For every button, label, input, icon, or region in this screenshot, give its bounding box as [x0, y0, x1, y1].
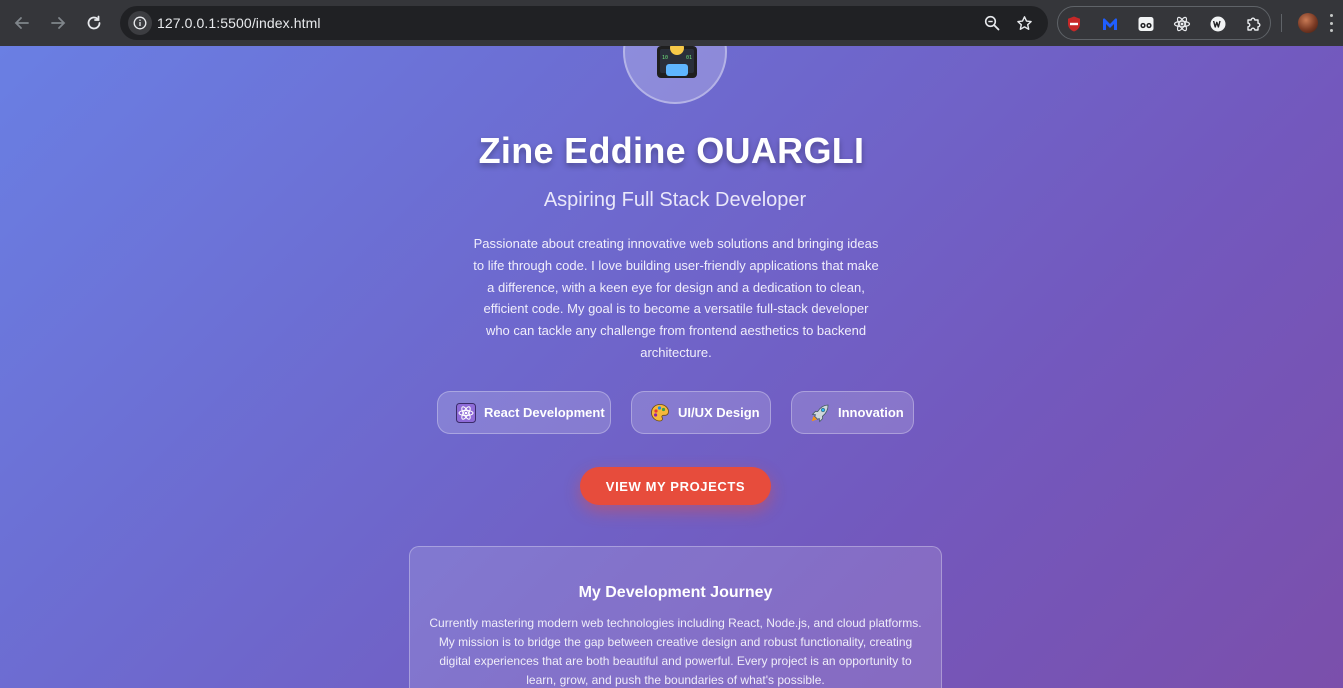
skill-card-react[interactable]: React Development	[437, 391, 611, 434]
reload-button[interactable]	[82, 11, 106, 35]
zoom-button[interactable]	[982, 13, 1002, 33]
journey-card: My Development Journey Currently masteri…	[409, 546, 942, 688]
arrow-left-icon	[14, 17, 29, 29]
skill-card-uiux[interactable]: UI/UX Design	[631, 391, 771, 434]
rocket-icon	[810, 403, 830, 423]
arrow-right-icon	[51, 17, 66, 29]
browser-toolbar: 127.0.0.1:5500/index.html	[0, 0, 1343, 46]
page-title: Zine Eddine OUARGLI	[478, 130, 865, 171]
eyes-extension-icon	[1138, 17, 1154, 31]
svg-text:01: 01	[686, 55, 692, 61]
avatar: 10 01	[623, 46, 727, 104]
reload-icon	[87, 15, 101, 30]
bookmark-button[interactable]	[1014, 13, 1034, 33]
react-devtools-extension[interactable]	[1172, 14, 1192, 34]
star-icon	[1016, 15, 1032, 30]
kebab-menu-icon[interactable]	[1330, 14, 1334, 32]
malwarebytes-icon	[1103, 18, 1117, 30]
zoom-icon	[984, 15, 1000, 31]
atom-icon	[456, 402, 476, 423]
back-button[interactable]	[10, 11, 34, 35]
extensions-area	[1057, 6, 1271, 40]
view-projects-button[interactable]: VIEW MY PROJECTS	[580, 467, 771, 505]
w-extension[interactable]	[1208, 14, 1228, 34]
skill-label: Innovation	[838, 405, 904, 420]
journey-text: Currently mastering modern web technolog…	[429, 616, 922, 687]
journey-title: My Development Journey	[578, 584, 773, 601]
adblock-extension[interactable]	[1064, 14, 1084, 34]
url-text[interactable]: 127.0.0.1:5500/index.html	[157, 15, 321, 31]
react-devtools-icon	[1173, 16, 1191, 32]
svg-text:10: 10	[662, 55, 668, 61]
puzzle-icon	[1247, 17, 1261, 31]
technologist-emoji: 10 01	[657, 46, 697, 78]
malwarebytes-extension[interactable]	[1100, 14, 1120, 34]
forward-button[interactable]	[46, 11, 70, 35]
adblock-icon	[1068, 16, 1080, 32]
skill-label: UI/UX Design	[678, 405, 760, 420]
toolbar-separator	[1281, 14, 1282, 32]
info-icon	[133, 16, 147, 30]
palette-icon	[650, 403, 670, 423]
address-bar[interactable]: 127.0.0.1:5500/index.html	[120, 6, 1048, 40]
eyes-extension[interactable]	[1136, 14, 1156, 34]
page-subtitle: Aspiring Full Stack Developer	[543, 189, 807, 211]
extensions-menu-button[interactable]	[1244, 14, 1264, 34]
intro-paragraph: Passionate about creating innovative web…	[473, 236, 879, 360]
w-extension-icon	[1210, 16, 1226, 32]
portfolio-hero: 10 01 Zine Eddine OUARGLI Aspiring Full …	[0, 46, 1343, 688]
skill-card-innovation[interactable]: Innovation	[791, 391, 914, 434]
site-info-button[interactable]	[128, 11, 152, 35]
skill-label: React Development	[484, 405, 605, 420]
avatar[interactable]	[1298, 13, 1318, 33]
